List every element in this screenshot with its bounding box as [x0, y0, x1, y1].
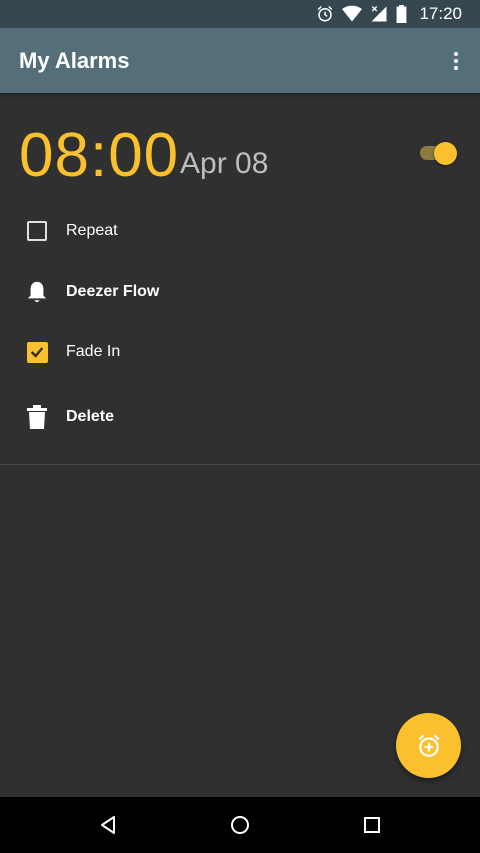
ringtone-label: Deezer Flow	[66, 283, 160, 300]
repeat-label: Repeat	[66, 222, 118, 239]
alarm-time[interactable]: 08:00	[19, 120, 179, 191]
alarm-icon	[318, 5, 333, 22]
add-alarm-icon	[417, 733, 440, 757]
app-title: My Alarms	[19, 48, 130, 73]
repeat-option[interactable]: Repeat	[0, 209, 480, 253]
checkbox-checked-icon[interactable]	[25, 340, 49, 364]
trash-icon	[25, 405, 49, 429]
recents-icon[interactable]	[360, 813, 384, 837]
fade-in-label: Fade In	[66, 343, 121, 360]
status-icons: 17:20	[316, 0, 462, 28]
fade-in-option[interactable]: Fade In	[0, 330, 480, 374]
checkbox-unchecked-icon[interactable]	[25, 219, 49, 243]
alarm-enabled-toggle[interactable]	[420, 142, 458, 165]
signal-icon	[371, 6, 387, 22]
battery-icon	[397, 5, 407, 23]
toggle-thumb	[434, 142, 457, 165]
status-bar: 17:20	[0, 0, 480, 28]
bell-icon	[25, 280, 49, 304]
nav-bar	[0, 797, 480, 853]
delete-label: Delete	[66, 408, 115, 425]
delete-option[interactable]: Delete	[0, 395, 480, 439]
ringtone-option[interactable]: Deezer Flow	[0, 270, 480, 314]
add-alarm-button[interactable]	[396, 713, 461, 778]
app-bar: My Alarms	[0, 28, 480, 93]
back-icon[interactable]	[96, 813, 120, 837]
more-vert-icon[interactable]	[446, 47, 466, 75]
alarm-card: 08:00 Apr 08 Repeat Deezer Flow Fade In …	[0, 93, 480, 465]
status-time: 17:20	[419, 4, 462, 23]
wifi-icon	[342, 5, 363, 22]
alarm-date[interactable]: Apr 08	[180, 147, 268, 181]
home-icon[interactable]	[228, 813, 252, 837]
